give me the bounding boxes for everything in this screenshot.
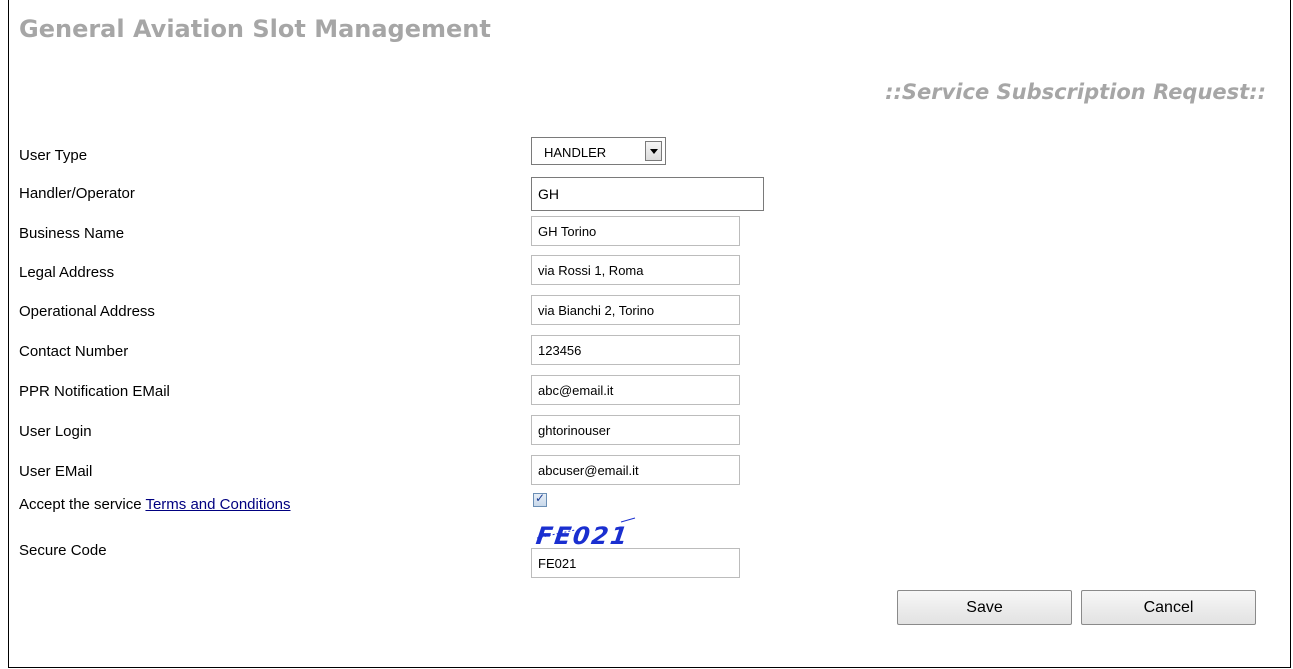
business-name-input[interactable] bbox=[531, 216, 740, 246]
user-type-selected-value: HANDLER bbox=[544, 145, 607, 160]
user-email-label: User EMail bbox=[19, 463, 93, 480]
accept-terms-checkbox[interactable] bbox=[533, 491, 547, 507]
handler-operator-label: Handler/Operator bbox=[19, 185, 135, 202]
business-name-label: Business Name bbox=[19, 225, 125, 242]
contact-number-input[interactable] bbox=[531, 335, 740, 365]
captcha-text: FE021 bbox=[535, 522, 631, 550]
contact-number-label: Contact Number bbox=[19, 343, 129, 360]
operational-address-label: Operational Address bbox=[19, 303, 155, 320]
captcha-image: FE021 bbox=[535, 517, 636, 550]
app-title: General Aviation Slot Management bbox=[19, 15, 491, 43]
handler-operator-input[interactable] bbox=[531, 177, 764, 211]
chevron-down-icon[interactable] bbox=[645, 141, 662, 161]
ppr-email-label: PPR Notification EMail bbox=[19, 383, 170, 400]
cancel-button[interactable]: Cancel bbox=[1081, 590, 1256, 625]
legal-address-label: Legal Address bbox=[19, 264, 115, 281]
user-type-label: User Type bbox=[19, 147, 88, 164]
page-frame: General Aviation Slot Management ::Servi… bbox=[8, 0, 1291, 668]
operational-address-input[interactable] bbox=[531, 295, 740, 325]
terms-label-prefix: Accept the service bbox=[19, 496, 146, 513]
user-type-select[interactable]: HANDLER bbox=[531, 137, 666, 165]
ppr-email-input[interactable] bbox=[531, 375, 740, 405]
legal-address-input[interactable] bbox=[531, 255, 740, 285]
user-login-label: User Login bbox=[19, 423, 92, 440]
save-button[interactable]: Save bbox=[897, 590, 1072, 625]
terms-and-conditions-link[interactable]: Terms and Conditions bbox=[145, 496, 290, 513]
user-login-input[interactable] bbox=[531, 415, 740, 445]
page-subtitle: ::Service Subscription Request:: bbox=[885, 80, 1266, 104]
secure-code-label: Secure Code bbox=[19, 542, 107, 559]
secure-code-input[interactable] bbox=[531, 548, 740, 578]
terms-label: Accept the service Terms and Conditions bbox=[19, 496, 291, 514]
user-email-input[interactable] bbox=[531, 455, 740, 485]
